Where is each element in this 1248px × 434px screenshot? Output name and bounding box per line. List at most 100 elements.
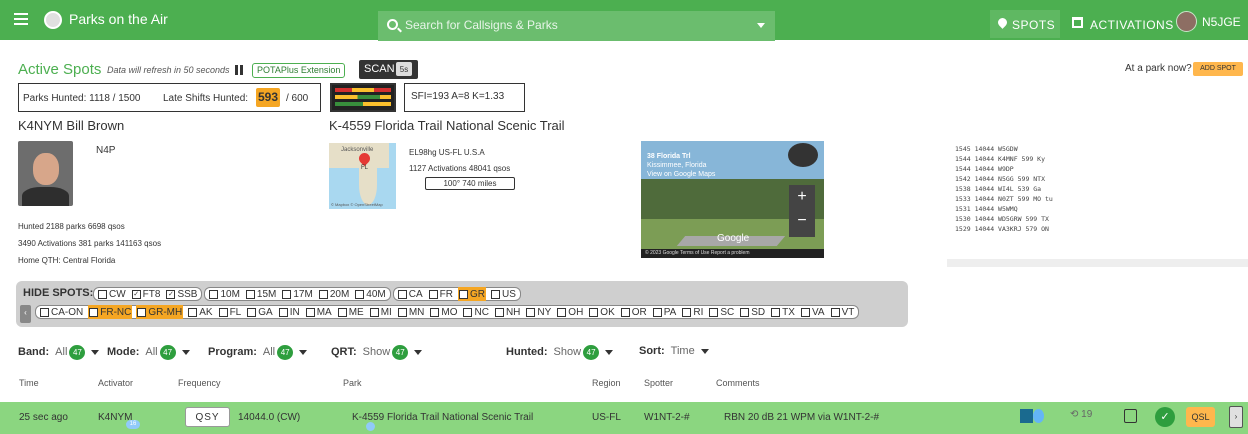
note-icon[interactable] <box>1124 409 1137 423</box>
column-header-spotter[interactable]: Spotter <box>644 378 673 388</box>
hide-chip[interactable]: NY <box>525 305 552 319</box>
checkbox[interactable] <box>337 307 347 317</box>
menu-icon[interactable] <box>12 10 32 30</box>
map-credit[interactable]: © Mapbox © OpenStreetMap <box>331 202 383 207</box>
collapse-button[interactable]: ‹ <box>20 305 31 323</box>
checkbox[interactable] <box>218 307 228 317</box>
hide-chip[interactable]: NH <box>494 305 521 319</box>
extension-badge[interactable]: POTAPlus Extension <box>252 63 346 78</box>
checkbox[interactable] <box>40 307 49 317</box>
hide-chip[interactable]: ✓ FT8 <box>131 287 162 301</box>
hide-chip[interactable]: AK <box>187 305 213 319</box>
hide-chip[interactable]: 10M <box>208 287 240 301</box>
checkbox[interactable] <box>89 307 99 317</box>
column-header-comments[interactable]: Comments <box>716 378 760 388</box>
hide-chip[interactable]: CW <box>97 287 127 301</box>
checkbox[interactable] <box>771 307 781 317</box>
hide-chip[interactable]: OH <box>556 305 584 319</box>
checkbox[interactable] <box>397 289 407 299</box>
checkbox[interactable] <box>209 289 219 299</box>
qsl-button[interactable]: QSL <box>1186 407 1215 427</box>
hide-chip[interactable]: 20M <box>318 287 350 301</box>
hide-chip[interactable]: MI <box>369 305 393 319</box>
checkbox[interactable] <box>137 307 147 317</box>
checkbox[interactable] <box>458 289 468 299</box>
hide-chip[interactable]: ✓ SSB <box>165 287 198 301</box>
hide-chip[interactable]: FL <box>218 305 243 319</box>
column-header-time[interactable]: Time <box>19 378 39 388</box>
spot-log[interactable]: 1545 14044 W5GDW 1544 14044 K4MNF 599 Ky… <box>955 144 1248 262</box>
filter-sort[interactable]: Sort: Time <box>639 345 709 357</box>
nav-activations[interactable]: ACTIVATIONS <box>1072 17 1174 32</box>
horizontal-scrollbar[interactable] <box>947 259 1248 267</box>
column-header-region[interactable]: Region <box>592 378 621 388</box>
hide-chip[interactable]: CA <box>397 287 424 301</box>
hide-chip[interactable]: SD <box>739 305 766 319</box>
checkbox[interactable] <box>305 307 315 317</box>
checkbox[interactable] <box>740 307 750 317</box>
pause-icon[interactable] <box>235 65 245 75</box>
hide-chip[interactable]: MO <box>429 305 458 319</box>
filter-mode[interactable]: Mode: All 47 <box>107 345 190 360</box>
filter-qrt[interactable]: QRT: Show 47 <box>331 345 423 360</box>
chevron-down-icon[interactable] <box>757 23 765 28</box>
checkbox[interactable] <box>652 307 662 317</box>
scan-button[interactable]: SCAN 5s <box>359 60 418 79</box>
checkbox[interactable] <box>682 307 692 317</box>
add-spot-button[interactable]: ADD SPOT <box>1193 62 1243 76</box>
checkbox[interactable] <box>278 307 288 317</box>
table-row[interactable]: 25 sec ago K4NYM 16 QSY 14044.0 (CW) K-4… <box>0 402 1248 434</box>
column-header-activator[interactable]: Activator <box>98 378 133 388</box>
hide-chip[interactable]: GR-MH <box>136 305 184 319</box>
street-view-panel[interactable]: 38 Florida Trl Kissimmee, Florida View o… <box>641 141 824 258</box>
column-header-frequency[interactable]: Frequency <box>178 378 221 388</box>
column-header-park[interactable]: Park <box>343 378 362 388</box>
checkbox[interactable] <box>282 289 292 299</box>
checkbox[interactable] <box>428 289 438 299</box>
hide-chip[interactable]: FR-NC <box>88 305 133 319</box>
hide-chip[interactable]: US <box>490 287 517 301</box>
hide-chip[interactable]: OK <box>588 305 615 319</box>
hide-chip[interactable]: 15M <box>245 287 277 301</box>
park-map[interactable]: Jacksonville FL © Mapbox © OpenStreetMap <box>329 143 396 209</box>
checkbox[interactable] <box>245 289 255 299</box>
map-icon[interactable] <box>1020 409 1044 423</box>
search-input[interactable]: Search for Callsigns & Parks <box>378 11 775 41</box>
checkbox[interactable] <box>526 307 536 317</box>
checkbox[interactable] <box>430 307 440 317</box>
filter-hunted[interactable]: Hunted: Show 47 <box>506 345 614 360</box>
checkbox[interactable] <box>463 307 473 317</box>
hide-chip[interactable]: ME <box>337 305 365 319</box>
nav-spots[interactable]: SPOTS <box>990 10 1060 38</box>
qsy-button[interactable]: QSY <box>185 407 230 427</box>
hide-chip[interactable]: 40M <box>354 287 386 301</box>
hide-chip[interactable]: MA <box>305 305 333 319</box>
checkbox[interactable] <box>247 307 257 317</box>
hide-chip[interactable]: VT <box>830 305 856 319</box>
filter-band[interactable]: Band: All 47 <box>18 345 100 360</box>
checkbox[interactable] <box>620 307 630 317</box>
hide-chip[interactable]: OR <box>620 305 648 319</box>
hide-chip[interactable]: FR <box>428 287 454 301</box>
checkbox[interactable] <box>494 307 504 317</box>
history-icon[interactable]: ⟲ 19 <box>1070 409 1092 420</box>
checkbox[interactable] <box>318 289 328 299</box>
hide-chip[interactable]: NC <box>462 305 489 319</box>
hide-chip[interactable]: SC <box>708 305 735 319</box>
zoom-controls[interactable]: + − <box>789 185 815 237</box>
checkbox[interactable] <box>589 307 599 317</box>
spot-frequency[interactable]: 14044.0 (CW) <box>238 412 300 423</box>
checkbox[interactable] <box>397 307 407 317</box>
app-title[interactable]: Parks on the Air <box>69 11 168 27</box>
checkbox[interactable] <box>830 307 840 317</box>
checkbox[interactable] <box>355 289 365 299</box>
hide-chip[interactable]: TX <box>770 305 796 319</box>
hide-chip[interactable]: 17M <box>281 287 313 301</box>
filter-program[interactable]: Program: All 47 <box>208 345 308 360</box>
hide-chip[interactable]: RI <box>681 305 704 319</box>
compass-icon[interactable] <box>788 143 818 167</box>
check-icon[interactable]: ✓ <box>1155 407 1175 427</box>
checkbox[interactable] <box>369 307 379 317</box>
street-view-link[interactable]: View on Google Maps <box>647 170 715 179</box>
hide-chip[interactable]: VA <box>800 305 826 319</box>
